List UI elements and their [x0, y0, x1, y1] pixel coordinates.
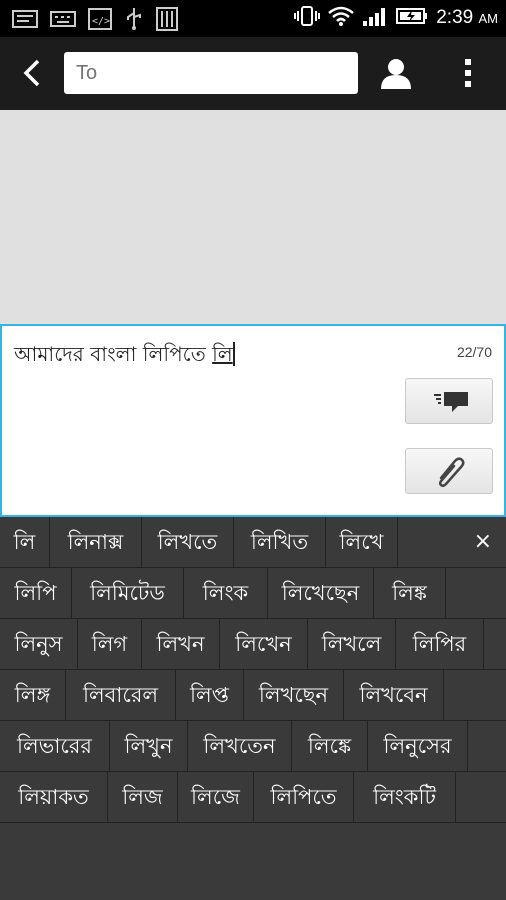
suggestion-word[interactable]: লিপির: [396, 619, 484, 669]
back-arrow-icon: [23, 59, 40, 87]
clock: 2:39 AM: [436, 7, 498, 29]
suggestion-row: লিঙ্গ লিবারেল লিপ্ত লিখছেন লিখবেন: [0, 670, 506, 721]
suggestion-row: লিনুস লিগ লিখন লিখেন লিখলে লিপির: [0, 619, 506, 670]
storage-icon: [156, 7, 178, 35]
suggestion-word[interactable]: লিঙ্গ: [0, 670, 66, 720]
suggestion-word[interactable]: লিখেছেন: [268, 568, 374, 618]
vibrate-icon: [294, 5, 321, 31]
word-suggestion-panel: লি লিনাক্স লিখতে লিখিত লিখে × লিপি লিমিট…: [0, 517, 506, 900]
developer-icon: </>: [88, 8, 112, 34]
suggestion-word[interactable]: লি: [0, 517, 50, 567]
suggestion-row: লিপি লিমিটেড লিংক লিখেছেন লিঙ্ক: [0, 568, 506, 619]
suggestion-word[interactable]: লিখতেন: [188, 721, 292, 771]
paperclip-icon: [438, 457, 465, 488]
status-bar: </> 2:39 AM: [0, 0, 506, 37]
suggestion-row: লিভারের লিখুন লিখতেন লিঙ্কে লিনুসের: [0, 721, 506, 772]
suggestion-word[interactable]: লিপি: [0, 568, 72, 618]
compose-toolbar: [0, 37, 506, 110]
suggestion-word[interactable]: লিনাক্স: [50, 517, 142, 567]
message-text[interactable]: আমাদের বাংলা লিপিতে লি: [14, 340, 235, 373]
person-icon: [381, 59, 411, 89]
add-contact-button[interactable]: [378, 55, 414, 91]
suggestion-word[interactable]: লিখলে: [308, 619, 396, 669]
signal-icon: [362, 5, 388, 31]
battery-charging-icon: [396, 6, 428, 30]
suggestion-word[interactable]: লিখিত: [234, 517, 326, 567]
message-thread-area: [0, 110, 506, 324]
close-suggestions-button[interactable]: ×: [474, 517, 492, 567]
usb-icon: [124, 7, 144, 35]
suggestion-word[interactable]: লিখতে: [142, 517, 234, 567]
send-message-icon: [434, 392, 468, 412]
keyboard-icon: [50, 9, 76, 33]
suggestion-word[interactable]: লিপিতে: [254, 772, 354, 822]
suggestion-word[interactable]: লিবারেল: [66, 670, 176, 720]
suggestion-word[interactable]: লিখবেন: [344, 670, 444, 720]
suggestion-word[interactable]: লিপ্ত: [176, 670, 244, 720]
suggestion-row: লি লিনাক্স লিখতে লিখিত লিখে ×: [0, 517, 506, 568]
svg-text:</>: </>: [92, 16, 110, 27]
overflow-menu-button[interactable]: [456, 55, 480, 91]
wifi-icon: [328, 5, 355, 31]
clock-ampm: AM: [478, 11, 499, 26]
back-button[interactable]: [14, 55, 50, 91]
suggestion-word[interactable]: লিজ: [108, 772, 178, 822]
suggestion-word[interactable]: লিঙ্ক: [374, 568, 446, 618]
recipient-input[interactable]: [64, 52, 358, 94]
more-vertical-icon: [465, 59, 471, 87]
suggestion-word[interactable]: লিজে: [178, 772, 254, 822]
attach-button[interactable]: [405, 448, 493, 494]
message-notification-icon: [12, 9, 38, 33]
suggestion-word[interactable]: লিগ: [78, 619, 142, 669]
suggestion-word[interactable]: লিখুন: [110, 721, 188, 771]
clock-time: 2:39: [436, 7, 474, 28]
suggestion-word[interactable]: লিনুসের: [368, 721, 468, 771]
composing-word: লি: [212, 342, 235, 366]
suggestion-word[interactable]: লিয়াকত: [0, 772, 108, 822]
suggestion-word[interactable]: লিভারের: [0, 721, 110, 771]
suggestion-word[interactable]: লিমিটেড: [72, 568, 184, 618]
message-typed-text: আমাদের বাংলা লিপিতে: [14, 342, 213, 366]
suggestion-word[interactable]: লিংক: [184, 568, 268, 618]
send-button[interactable]: [405, 378, 493, 424]
suggestion-word[interactable]: লিখে: [326, 517, 398, 567]
suggestion-word[interactable]: লিখেন: [220, 619, 308, 669]
suggestion-word[interactable]: লিঙ্কে: [292, 721, 368, 771]
suggestion-word[interactable]: লিনুস: [0, 619, 78, 669]
suggestion-word[interactable]: লিখছেন: [244, 670, 344, 720]
character-counter: 22/70: [456, 344, 492, 360]
suggestion-word[interactable]: লিখন: [142, 619, 220, 669]
suggestion-word[interactable]: লিংকটি: [354, 772, 456, 822]
suggestion-row: লিয়াকত লিজ লিজে লিপিতে লিংকটি: [0, 772, 506, 823]
message-compose-box[interactable]: আমাদের বাংলা লিপিতে লি 22/70: [0, 324, 506, 517]
